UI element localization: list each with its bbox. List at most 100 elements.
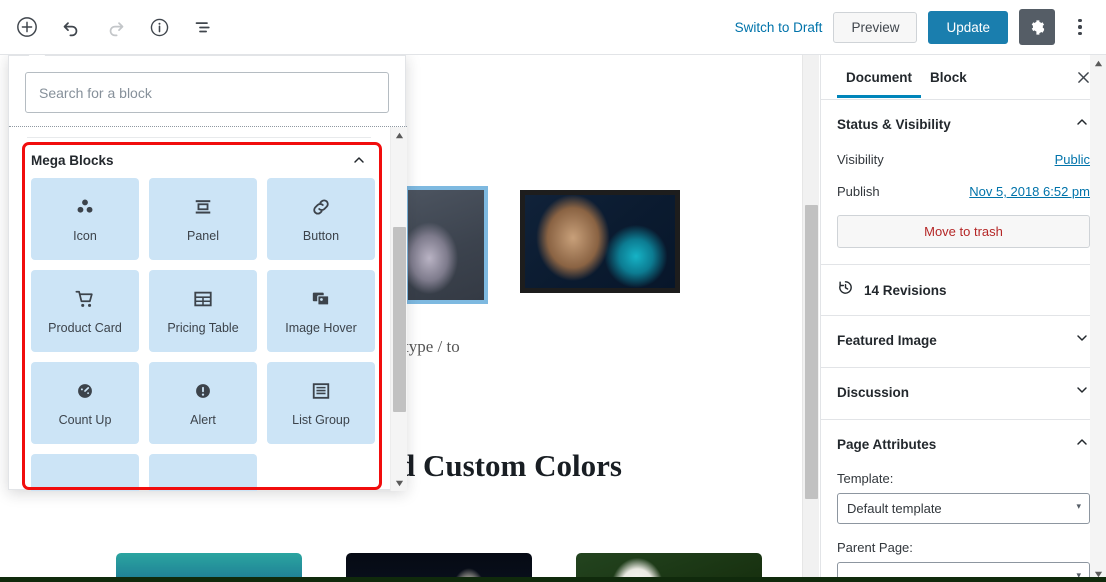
undo-button[interactable] xyxy=(54,10,88,44)
move-to-trash-button[interactable]: Move to trash xyxy=(837,215,1090,248)
block-tile-count-up[interactable]: Count Up xyxy=(31,362,139,444)
block-tile-partial[interactable] xyxy=(149,454,257,491)
visibility-value-link[interactable]: Public xyxy=(1055,152,1090,167)
block-tile-button[interactable]: Button xyxy=(267,178,375,260)
canvas-scrollbar-thumb[interactable] xyxy=(805,205,818,499)
sidebar-scrollbar[interactable] xyxy=(1090,55,1106,582)
chevron-down-icon[interactable] xyxy=(1074,382,1090,403)
page-attributes-header[interactable]: Page Attributes xyxy=(837,434,1090,455)
content-structure-button[interactable] xyxy=(142,10,176,44)
gear-icon xyxy=(1028,18,1047,37)
block-tile-label: Panel xyxy=(187,230,219,243)
block-tile-label: Pricing Table xyxy=(167,322,238,335)
search-input[interactable] xyxy=(25,72,389,113)
table-icon xyxy=(192,288,214,310)
three-dots-icon xyxy=(74,196,96,218)
toolbar-left-group xyxy=(0,10,220,44)
redo-button[interactable] xyxy=(98,10,132,44)
featured-image-panel: Featured Image xyxy=(821,316,1106,368)
bottom-edge-strip xyxy=(0,577,1106,582)
block-tile-panel[interactable]: Panel xyxy=(149,178,257,260)
inserter-search-wrap xyxy=(9,56,405,126)
block-tile-label: Alert xyxy=(190,414,216,427)
block-tile-grid: Icon Panel xyxy=(9,178,389,491)
revisions-row[interactable]: 14 Revisions xyxy=(821,265,1106,316)
exclamation-circle-icon xyxy=(192,380,214,402)
visibility-row: Visibility Public xyxy=(837,152,1090,167)
block-tile-list-group[interactable]: List Group xyxy=(267,362,375,444)
wordpress-block-editor: Switch to Draft Preview Update t xyxy=(0,0,1106,582)
clock-revision-icon xyxy=(837,279,854,301)
kebab-dot xyxy=(1078,32,1082,36)
inserter-scrollbar[interactable] xyxy=(390,127,407,491)
block-inserter-panel: Mega Blocks xyxy=(8,55,406,490)
tab-document[interactable]: Document xyxy=(837,57,921,97)
publish-date-link[interactable]: Nov 5, 2018 6:52 pm xyxy=(969,184,1090,199)
switch-to-draft-link[interactable]: Switch to Draft xyxy=(735,20,823,35)
section-title: Mega Blocks xyxy=(31,153,114,168)
preview-button[interactable]: Preview xyxy=(833,12,917,43)
block-tile-label: List Group xyxy=(292,414,350,427)
settings-button[interactable] xyxy=(1019,9,1055,45)
block-tile-partial[interactable] xyxy=(31,454,139,491)
scroll-up-arrow-icon[interactable] xyxy=(391,127,407,144)
plus-circle-icon xyxy=(16,16,38,38)
featured-image-header[interactable]: Featured Image xyxy=(837,330,1090,351)
publish-row: Publish Nov 5, 2018 6:52 pm xyxy=(837,184,1090,199)
tab-block[interactable]: Block xyxy=(921,57,976,97)
block-tile-icon[interactable]: Icon xyxy=(31,178,139,260)
partial-tile-icon xyxy=(74,484,96,491)
status-visibility-panel: Status & Visibility Visibility Public Pu… xyxy=(821,100,1106,265)
kebab-dot xyxy=(1078,19,1082,23)
block-tile-label: Button xyxy=(303,230,339,243)
block-tile-alert[interactable]: Alert xyxy=(149,362,257,444)
image-stack-icon xyxy=(310,288,332,310)
panel-title: Page Attributes xyxy=(837,437,936,452)
inserter-scrollbar-thumb[interactable] xyxy=(393,227,406,412)
chevron-up-icon[interactable] xyxy=(351,152,367,168)
block-tile-label: Count Up xyxy=(59,414,112,427)
panel-title: Discussion xyxy=(837,385,909,400)
revisions-label: 14 Revisions xyxy=(864,283,947,298)
block-navigation-button[interactable] xyxy=(186,10,220,44)
parent-page-label: Parent Page: xyxy=(837,540,1090,555)
scroll-down-arrow-icon[interactable] xyxy=(391,475,407,491)
block-tile-image-hover[interactable]: Image Hover xyxy=(267,270,375,352)
template-label: Template: xyxy=(837,471,1090,486)
chevron-down-icon[interactable] xyxy=(1074,330,1090,351)
canvas-scrollbar[interactable] xyxy=(802,55,819,582)
scroll-up-arrow-icon[interactable] xyxy=(1090,55,1106,71)
update-button[interactable]: Update xyxy=(928,11,1008,44)
block-tile-product-card[interactable]: Product Card xyxy=(31,270,139,352)
status-visibility-header[interactable]: Status & Visibility xyxy=(837,114,1090,135)
chevron-up-icon[interactable] xyxy=(1074,114,1090,135)
toolbar-right-group: Switch to Draft Preview Update xyxy=(735,9,1106,45)
kebab-dot xyxy=(1078,25,1082,29)
discussion-panel: Discussion xyxy=(821,368,1106,420)
publish-label: Publish xyxy=(837,184,880,199)
panel-icon xyxy=(192,196,214,218)
canvas-heading: d Custom Colors xyxy=(398,448,622,484)
panel-title: Featured Image xyxy=(837,333,937,348)
template-select[interactable]: Default template xyxy=(837,493,1090,524)
image-thumbnail xyxy=(408,190,484,300)
sidebar-tabs: Document Block xyxy=(821,55,1106,100)
block-tile-pricing-table[interactable]: Pricing Table xyxy=(149,270,257,352)
chevron-up-icon[interactable] xyxy=(1074,434,1090,455)
close-icon xyxy=(1075,69,1092,86)
editor-toolbar: Switch to Draft Preview Update xyxy=(0,0,1106,55)
link-icon xyxy=(310,196,332,218)
inserter-scroll-area: Mega Blocks xyxy=(9,127,389,491)
more-options-button[interactable] xyxy=(1066,10,1094,44)
image-block-selected[interactable] xyxy=(408,190,484,300)
partial-tile-icon xyxy=(192,484,214,491)
page-attributes-panel: Page Attributes Template: Default templa… xyxy=(821,420,1106,582)
image-block[interactable] xyxy=(520,190,680,300)
add-block-button[interactable] xyxy=(10,10,44,44)
block-tile-label: Product Card xyxy=(48,322,122,335)
canvas-placeholder-text: type / to xyxy=(404,337,460,357)
discussion-header[interactable]: Discussion xyxy=(837,382,1090,403)
mega-blocks-section-header[interactable]: Mega Blocks xyxy=(9,138,389,178)
block-tile-label: Icon xyxy=(73,230,97,243)
panel-title: Status & Visibility xyxy=(837,117,951,132)
